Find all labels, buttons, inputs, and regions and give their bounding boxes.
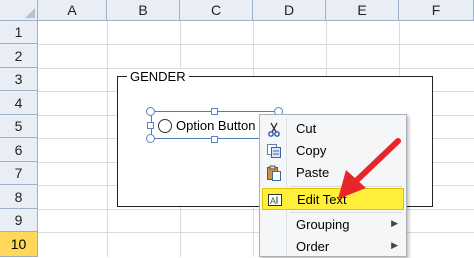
submenu-arrow-icon: ▶ [391,240,398,250]
group-box-label: GENDER [127,69,189,84]
column-header-a[interactable]: A [38,0,107,21]
grid-line [38,209,474,210]
grid-line [38,68,474,69]
row-header-6[interactable]: 6 [0,138,38,162]
menu-item-cut[interactable]: Cut [262,118,404,140]
menu-separator [290,212,402,213]
column-header-c[interactable]: C [180,0,253,21]
grid-line [38,232,474,233]
menu-item-copy-label: Copy [296,143,327,158]
grid-line [38,44,474,45]
resize-handle[interactable] [211,108,218,115]
menu-item-paste[interactable]: Paste [262,162,404,184]
menu-item-edit-text-label: Edit Text [297,192,347,207]
resize-handle[interactable] [211,136,218,143]
menu-separator [290,186,402,187]
column-header-e[interactable]: E [326,0,399,21]
resize-handle[interactable] [146,134,155,143]
context-menu: Cut Copy Paste A Edit Text Grouping ▶ Or… [259,114,407,257]
option-button-label: Option Button 3 [176,118,262,133]
row-header-9[interactable]: 9 [0,209,38,232]
row-header-10[interactable]: 10 [0,232,38,257]
column-header-f[interactable]: F [399,0,474,21]
menu-item-order-label: Order [296,239,330,254]
copy-icon [266,143,282,159]
paste-icon [266,165,282,181]
select-all-corner[interactable] [0,0,38,21]
radio-circle-icon[interactable] [158,119,172,133]
resize-handle[interactable] [147,122,154,129]
row-header-8[interactable]: 8 [0,185,38,209]
column-header-d[interactable]: D [253,0,326,21]
scissors-icon [266,121,282,137]
menu-item-cut-label: Cut [296,121,317,136]
row-header-3[interactable]: 3 [0,68,38,91]
row-header-7[interactable]: 7 [0,162,38,185]
grid-line [107,21,108,257]
row-header-2[interactable]: 2 [0,44,38,68]
menu-item-copy[interactable]: Copy [262,140,404,162]
menu-item-order[interactable]: Order ▶ [262,236,404,258]
resize-handle[interactable] [146,107,155,116]
row-header-5[interactable]: 5 [0,115,38,138]
menu-item-edit-text[interactable]: A Edit Text [262,188,404,210]
menu-item-grouping-label: Grouping [296,217,350,232]
svg-text:A: A [270,196,276,206]
menu-item-grouping[interactable]: Grouping ▶ [262,214,404,236]
submenu-arrow-icon: ▶ [391,218,398,228]
menu-item-paste-label: Paste [296,165,330,180]
row-header-4[interactable]: 4 [0,91,38,115]
row-header-1[interactable]: 1 [0,21,38,44]
edit-text-icon: A [267,192,283,208]
column-header-b[interactable]: B [107,0,180,21]
